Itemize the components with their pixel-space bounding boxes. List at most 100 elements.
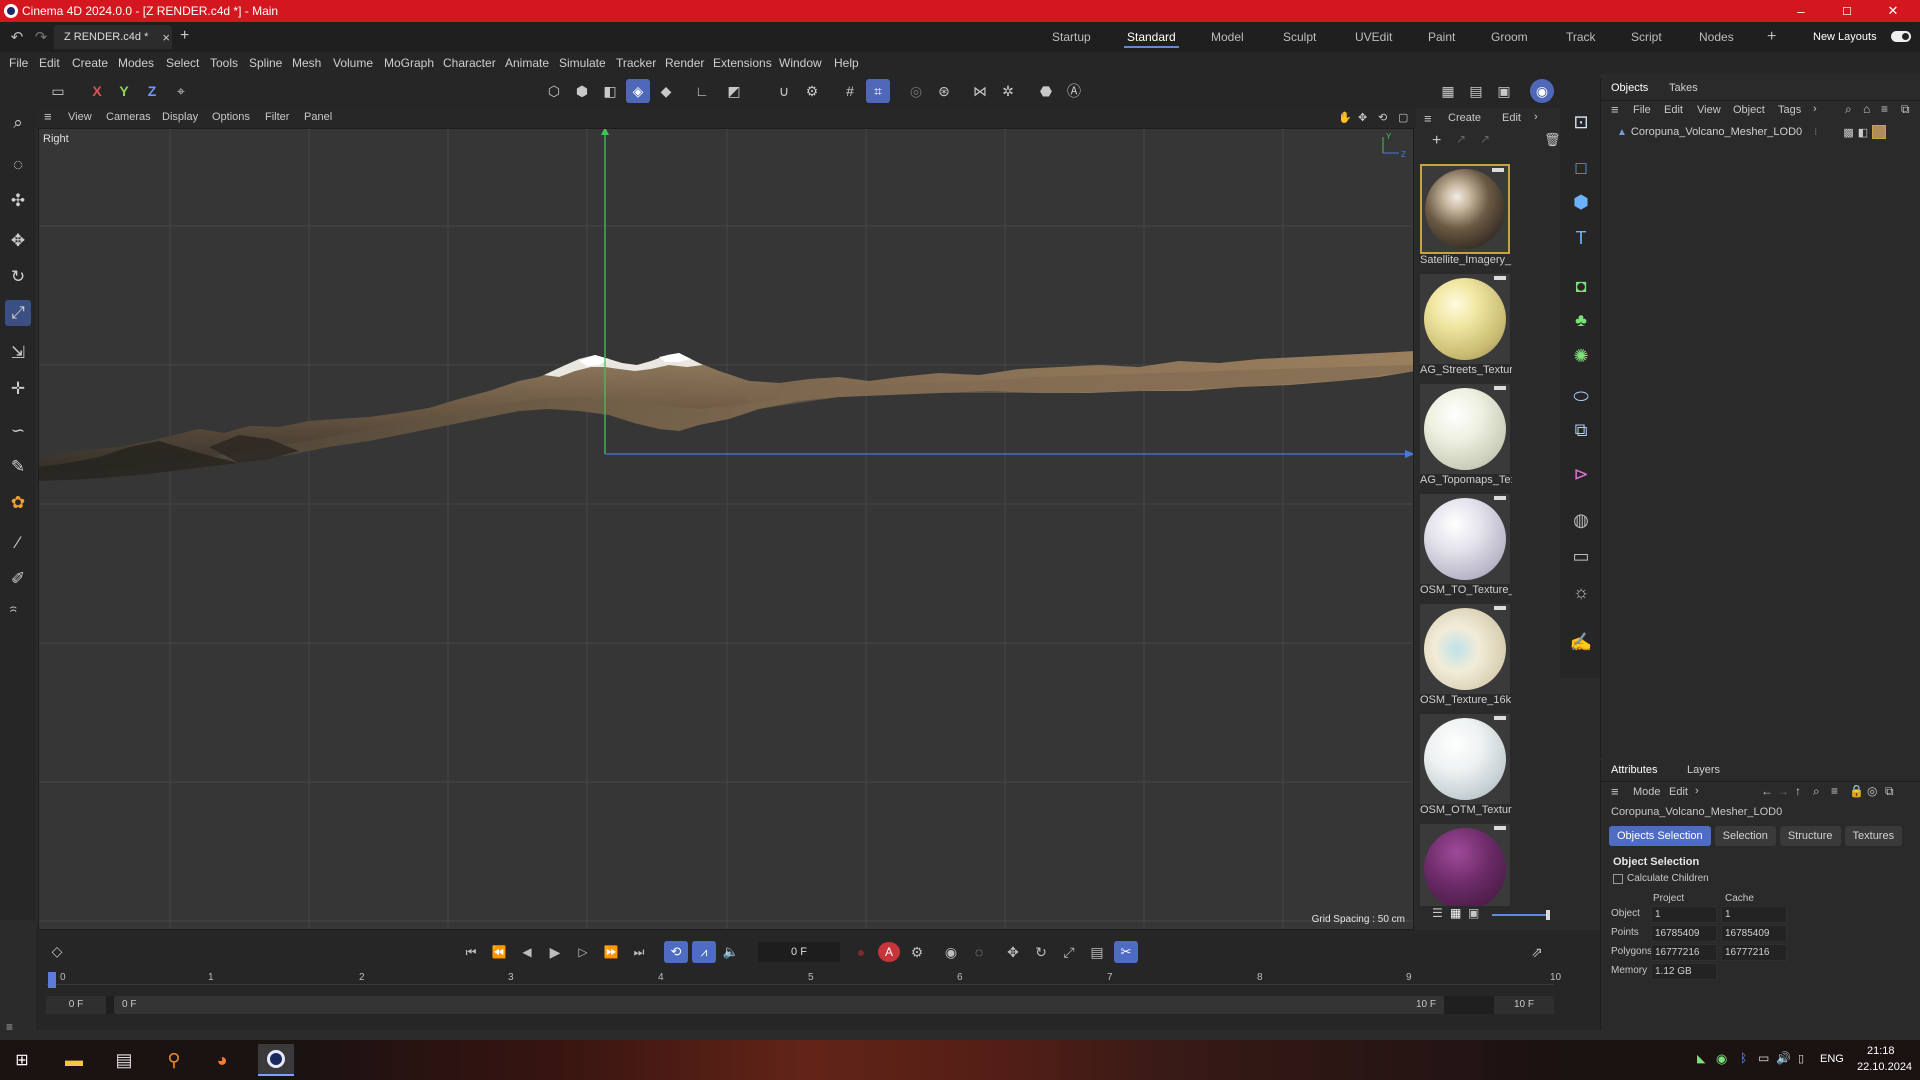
- previous-frame-icon[interactable]: ◀: [516, 942, 538, 962]
- lock-z-axis-button[interactable]: Z: [140, 79, 164, 103]
- material-item[interactable]: OSM_Texture_16k: [1420, 604, 1511, 706]
- forward-arrow-icon[interactable]: →: [1777, 784, 1789, 798]
- lock-x-axis-button[interactable]: X: [85, 79, 109, 103]
- menu-select[interactable]: Select: [166, 56, 199, 70]
- layout-paint[interactable]: Paint: [1428, 22, 1455, 52]
- back-arrow-icon[interactable]: ←: [1761, 784, 1773, 798]
- viewport-menu-options[interactable]: Options: [212, 111, 250, 123]
- brush-tool-icon[interactable]: ⁄: [5, 530, 31, 556]
- toggle-view-layout-icon[interactable]: ▢: [1398, 111, 1408, 124]
- subtab-objects-selection[interactable]: Objects Selection: [1609, 826, 1711, 846]
- range-start-field[interactable]: 0 F: [46, 996, 106, 1014]
- attributes-settings-icon[interactable]: ◎: [1867, 784, 1877, 798]
- go-to-end-icon[interactable]: ⏭: [628, 942, 650, 962]
- snap-magnet-icon[interactable]: ∪: [772, 79, 796, 103]
- rotate-tool-icon[interactable]: ↻: [5, 264, 31, 290]
- document-tab[interactable]: Z RENDER.c4d * ×: [54, 25, 172, 49]
- modeling-settings-icon[interactable]: ✲: [996, 79, 1020, 103]
- layout-toggle[interactable]: [1891, 31, 1911, 42]
- texture-mode-icon[interactable]: ◆: [654, 79, 678, 103]
- cloner-icon[interactable]: ♣: [1567, 306, 1595, 334]
- close-tab-icon[interactable]: ×: [162, 30, 170, 45]
- redo-icon[interactable]: ↷: [32, 29, 50, 46]
- lock-icon[interactable]: 🔒: [1849, 784, 1864, 798]
- range-end-field[interactable]: 10 F: [1494, 996, 1554, 1014]
- autokey-icon[interactable]: A: [878, 942, 900, 962]
- render-queue-icon[interactable]: ▤: [1464, 79, 1488, 103]
- range-slider[interactable]: 0 F 10 F: [114, 996, 1444, 1014]
- search-app-icon[interactable]: ⚲: [162, 1048, 186, 1072]
- tray-status-icon[interactable]: ◉: [1716, 1051, 1727, 1067]
- field-icon[interactable]: ⬭: [1567, 382, 1595, 410]
- tab-takes[interactable]: Takes: [1669, 82, 1698, 94]
- cube-icon[interactable]: ⬢: [1567, 188, 1595, 216]
- volume-icon[interactable]: ⧉: [1567, 416, 1595, 444]
- material-item[interactable]: Satellite_Imagery_: [1420, 164, 1511, 266]
- grid-icon[interactable]: #: [838, 79, 862, 103]
- keyframe-diamond-icon[interactable]: ◇: [48, 942, 66, 960]
- next-frame-icon[interactable]: ▷: [572, 942, 594, 962]
- layout-sculpt[interactable]: Sculpt: [1283, 22, 1316, 52]
- menu-mesh[interactable]: Mesh: [292, 56, 321, 70]
- deformer-icon[interactable]: ✺: [1567, 342, 1595, 370]
- attributes-hamburger-icon[interactable]: ≡: [1611, 784, 1619, 799]
- render-to-picture-viewer-icon[interactable]: Ⓐ: [1062, 79, 1086, 103]
- status-bar-menu-icon[interactable]: ≡: [6, 1020, 13, 1034]
- viewport-menu-panel[interactable]: Panel: [304, 111, 332, 123]
- attributes-new-window-icon[interactable]: ⧉: [1885, 784, 1894, 799]
- key-rotation-icon[interactable]: ◌: [968, 942, 990, 962]
- objects-menu-tags[interactable]: Tags: [1778, 104, 1801, 116]
- calculate-children-checkbox[interactable]: [1613, 873, 1623, 884]
- layout-script[interactable]: Script: [1631, 22, 1662, 52]
- menu-modes[interactable]: Modes: [118, 56, 154, 70]
- scale-tool-icon[interactable]: ⤢: [5, 300, 31, 326]
- orbit-view-icon[interactable]: ⟲: [1378, 111, 1387, 124]
- menu-edit[interactable]: Edit: [39, 56, 60, 70]
- attributes-filter-icon[interactable]: ≡: [1831, 784, 1838, 798]
- subdivision-icon[interactable]: ◘: [1567, 272, 1595, 300]
- tweak-tool-icon[interactable]: ✣: [5, 188, 31, 214]
- objects-home-icon[interactable]: ⌂: [1863, 102, 1870, 116]
- nvidia-tray-icon[interactable]: ◣: [1697, 1052, 1705, 1065]
- firefox-icon[interactable]: ◕: [210, 1048, 234, 1072]
- lock-y-axis-button[interactable]: Y: [112, 79, 136, 103]
- text-spline-icon[interactable]: T: [1567, 224, 1595, 252]
- edges-mode-icon[interactable]: ⬢: [570, 79, 594, 103]
- viewport-menu-cameras[interactable]: Cameras: [106, 111, 151, 123]
- up-arrow-icon[interactable]: ↑: [1795, 784, 1801, 798]
- playback-mode-icon[interactable]: ⩘: [692, 941, 716, 963]
- objects-menu-more-icon[interactable]: ›: [1813, 103, 1817, 115]
- spline-sketch-icon[interactable]: ✎: [5, 454, 31, 480]
- material-link-icon[interactable]: ↗: [1456, 132, 1466, 146]
- object-list-item[interactable]: ▲ Coropuna_Volcano_Mesher_LOD0 ⁝ ▩ ◧: [1611, 124, 1911, 140]
- camera-view-icon[interactable]: ⊡: [1567, 108, 1595, 136]
- battery-icon[interactable]: ▯: [1798, 1052, 1804, 1065]
- loop-icon[interactable]: ⟲: [664, 941, 688, 963]
- menu-tracker[interactable]: Tracker: [616, 56, 656, 70]
- objects-menu-view[interactable]: View: [1697, 104, 1721, 116]
- notepad-icon[interactable]: ▤: [112, 1048, 136, 1072]
- menu-render[interactable]: Render: [665, 56, 704, 70]
- objects-hamburger-icon[interactable]: ≡: [1611, 102, 1619, 117]
- material-menu-edit[interactable]: Edit: [1502, 112, 1521, 124]
- menu-simulate[interactable]: Simulate: [559, 56, 606, 70]
- primitive-shapes-icon[interactable]: ✿: [5, 490, 31, 516]
- calculate-children-row[interactable]: Calculate Children: [1613, 873, 1709, 884]
- attributes-menu-edit[interactable]: Edit: [1669, 786, 1688, 798]
- snap-settings-icon[interactable]: ⚙: [800, 79, 824, 103]
- add-material-icon[interactable]: +: [1432, 132, 1441, 150]
- next-key-icon[interactable]: ⏩: [600, 942, 622, 962]
- key-position-icon[interactable]: ◉: [940, 942, 962, 962]
- render-settings-icon[interactable]: ⊛: [932, 79, 956, 103]
- symmetry-icon[interactable]: ⋈: [968, 79, 992, 103]
- key-param-icon[interactable]: ▤: [1086, 942, 1108, 962]
- layout-startup[interactable]: Startup: [1052, 22, 1091, 52]
- layout-nodes[interactable]: Nodes: [1699, 22, 1734, 52]
- previous-key-icon[interactable]: ⏪: [488, 942, 510, 962]
- object-visibility-icon[interactable]: ⁝: [1814, 127, 1817, 138]
- selection-tool-icon[interactable]: ◌: [5, 152, 31, 178]
- language-indicator[interactable]: ENG: [1820, 1053, 1844, 1065]
- render-region-icon[interactable]: ◎: [904, 79, 928, 103]
- material-item[interactable]: [1420, 824, 1510, 906]
- edit-render-settings-icon[interactable]: ▣: [1492, 79, 1516, 103]
